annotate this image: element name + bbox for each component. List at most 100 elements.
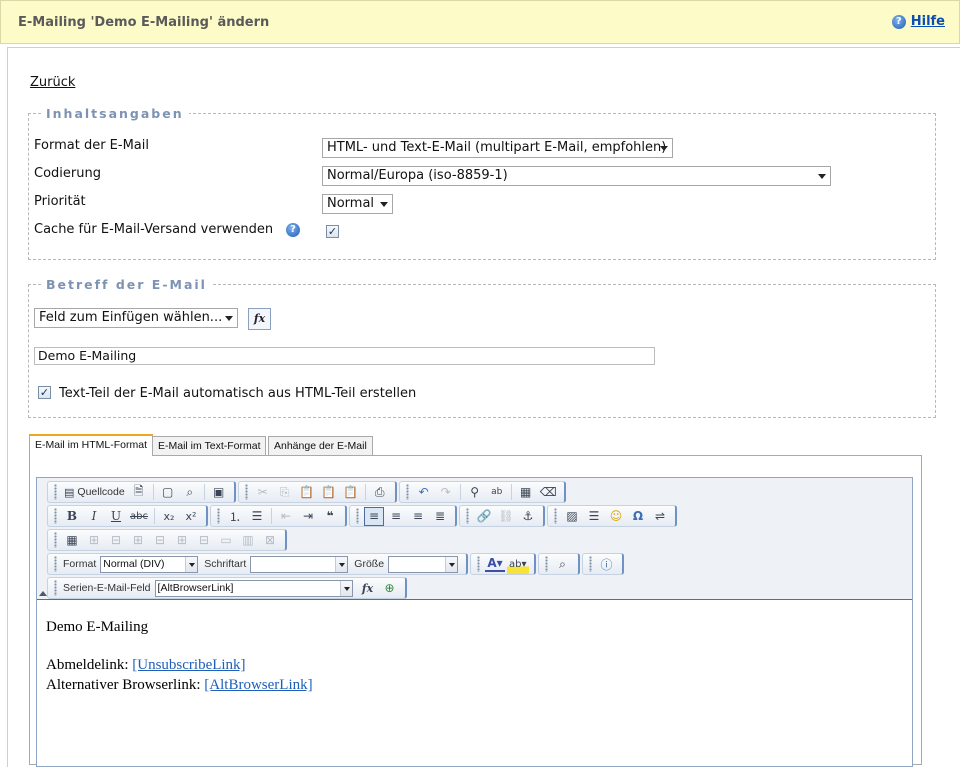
help-icon[interactable]: ? (286, 223, 300, 237)
merge-field-combo[interactable]: [AltBrowserLink] (154, 579, 353, 597)
split-cell-icon[interactable]: ▥ (238, 531, 258, 550)
align-center-icon[interactable]: ≡ (386, 507, 406, 526)
copy-icon[interactable]: ⎘ (275, 483, 295, 502)
preview-icon[interactable]: ⌕ (180, 483, 200, 502)
paste-text-icon[interactable]: 📋 (319, 483, 339, 502)
editor-document[interactable]: Demo E-Mailing Abmeldelink: [Unsubscribe… (37, 601, 912, 766)
insert-field-select[interactable]: Feld zum Einfügen wählen... (34, 308, 238, 328)
table-icon[interactable]: ▦ (62, 531, 82, 550)
tab-html-format[interactable]: E-Mail im HTML-Format (29, 434, 153, 456)
page-break-icon[interactable]: ⇌ (650, 507, 670, 526)
strike-icon[interactable]: abc (128, 507, 150, 526)
show-blocks-icon[interactable]: ⌕ (553, 555, 573, 574)
undo-icon[interactable]: ↶ (414, 483, 434, 502)
help-link[interactable]: Hilfe (911, 14, 945, 29)
remove-format-icon[interactable]: ⌫ (538, 483, 559, 502)
font-combo-label: Schriftart (204, 558, 247, 570)
select-all-icon[interactable]: ▦ (516, 483, 536, 502)
indent-icon[interactable]: ⇥ (298, 507, 318, 526)
toolbar-separator (152, 484, 154, 500)
toolbar-row-2: B I U abc x₂ x² ⒈ ☰ ⇤ ⇥ ❝ ≡ ≡ ≡ ≣ 🔗 ⛓ ⚓ … (47, 505, 679, 527)
insert-column-icon[interactable]: ⊞ (128, 531, 148, 550)
subject-input[interactable]: Demo E-Mailing (34, 347, 655, 365)
insert-field-icon[interactable]: ⊕ (380, 579, 400, 598)
save-icon[interactable]: 🗎 (129, 483, 149, 502)
anchor-icon[interactable]: ⚓ (518, 507, 538, 526)
table-delete-icon[interactable]: ⊠ (260, 531, 280, 550)
toolbar-group-basic-styles: B I U abc x₂ x² (47, 505, 208, 527)
priority-select[interactable]: Normal (322, 194, 393, 214)
toolbar-group-history: ↶ ↷ ⚲ ab ▦ ⌫ (398, 481, 566, 503)
function-button[interactable]: fx (358, 579, 378, 598)
toolbar-group-document: ▤ Quellcode 🗎 ▢ ⌕ ▣ (47, 481, 236, 503)
replace-icon[interactable]: ab (487, 483, 507, 502)
paste-icon[interactable]: 📋 (297, 483, 317, 502)
horizontal-rule-icon[interactable]: ☰ (584, 507, 604, 526)
insert-row-icon[interactable]: ⊞ (84, 531, 104, 550)
encoding-select[interactable]: Normal/Europa (iso-8859-1) (322, 166, 831, 186)
align-justify-icon[interactable]: ≣ (430, 507, 450, 526)
about-icon[interactable]: ⓘ (597, 555, 617, 574)
format-combo[interactable]: Normal (DIV) (100, 555, 199, 573)
font-combo[interactable] (250, 555, 349, 573)
print-icon[interactable]: ⎙ (370, 483, 390, 502)
delete-row-icon[interactable]: ⊟ (106, 531, 126, 550)
grip-icon (54, 508, 57, 524)
align-right-icon[interactable]: ≡ (408, 507, 428, 526)
toolbar-separator (270, 508, 272, 524)
collapse-toolbar-icon[interactable] (39, 591, 47, 596)
encoding-label: Codierung (34, 166, 101, 181)
special-char-icon[interactable]: Ω (628, 507, 648, 526)
document-unsubscribe-line: Abmeldelink: [UnsubscribeLink] (46, 655, 903, 675)
new-page-icon[interactable]: ▢ (158, 483, 178, 502)
toolbar-separator (459, 484, 461, 500)
redo-icon[interactable]: ↷ (436, 483, 456, 502)
source-button[interactable]: ▤ Quellcode (62, 483, 127, 502)
unlink-icon[interactable]: ⛓ (496, 507, 516, 526)
background-color-icon[interactable]: ab▾ (507, 554, 529, 574)
cache-checkbox[interactable]: ✓ (326, 225, 339, 238)
outdent-icon[interactable]: ⇤ (276, 507, 296, 526)
image-icon[interactable]: ▨ (562, 507, 582, 526)
paste-word-icon[interactable]: 📋 (341, 483, 361, 502)
tab-text-format[interactable]: E-Mail im Text-Format (152, 436, 267, 456)
toolbar-group-clipboard: ✂ ⎘ 📋 📋 📋 ⎙ (237, 481, 397, 503)
italic-icon[interactable]: I (84, 507, 104, 526)
underline-icon[interactable]: U (106, 507, 126, 526)
merge-cells-icon[interactable]: ▭ (216, 531, 236, 550)
delete-column-icon[interactable]: ⊟ (150, 531, 170, 550)
smiley-icon[interactable]: ☺ (606, 507, 626, 526)
back-link[interactable]: Zurück (30, 75, 75, 90)
delete-cell-icon[interactable]: ⊟ (194, 531, 214, 550)
insert-cell-icon[interactable]: ⊞ (172, 531, 192, 550)
browser-link[interactable]: [AltBrowserLink] (204, 677, 312, 693)
help-area[interactable]: ? Hilfe (891, 14, 945, 29)
toolbar-group-table: ▦ ⊞ ⊟ ⊞ ⊟ ⊞ ⊟ ▭ ▥ ⊠ (47, 529, 287, 551)
chevron-down-icon (225, 316, 233, 321)
subscript-icon[interactable]: x₂ (159, 507, 179, 526)
function-button[interactable]: fx (248, 308, 271, 330)
toolbar-separator (364, 484, 366, 500)
superscript-icon[interactable]: x² (181, 507, 201, 526)
bold-icon[interactable]: B (62, 507, 82, 526)
chevron-down-icon (185, 556, 198, 572)
size-combo[interactable] (388, 555, 459, 573)
blockquote-icon[interactable]: ❝ (320, 507, 340, 526)
help-icon[interactable]: ? (891, 14, 906, 29)
auto-text-checkbox[interactable]: ✓ (38, 386, 51, 399)
numbered-list-icon[interactable]: ⒈ (225, 507, 245, 526)
grip-icon (54, 484, 57, 500)
format-select[interactable]: HTML- und Text-E-Mail (multipart E-Mail,… (322, 138, 673, 158)
unsubscribe-link[interactable]: [UnsubscribeLink] (132, 657, 245, 673)
tab-attachments[interactable]: Anhänge der E-Mail (268, 436, 373, 456)
text-color-icon[interactable]: A▾ (485, 556, 506, 572)
templates-icon[interactable]: ▣ (209, 483, 229, 502)
format-label: Format der E-Mail (34, 138, 149, 153)
merge-field-label: Serien-E-Mail-Feld (63, 582, 151, 594)
link-icon[interactable]: 🔗 (474, 507, 494, 526)
find-icon[interactable]: ⚲ (465, 483, 485, 502)
html-editor: ▤ Quellcode 🗎 ▢ ⌕ ▣ ✂ ⎘ 📋 📋 📋 ⎙ ↶ ↷ ⚲ ab… (36, 477, 913, 767)
align-left-icon[interactable]: ≡ (363, 506, 384, 526)
cut-icon[interactable]: ✂ (253, 483, 273, 502)
bulleted-list-icon[interactable]: ☰ (247, 507, 267, 526)
